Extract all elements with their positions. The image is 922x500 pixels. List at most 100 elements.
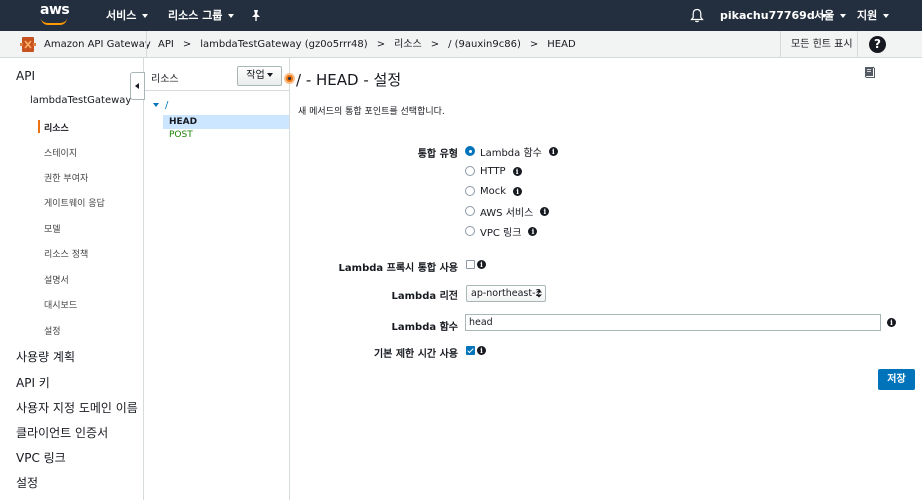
chevron-down-icon (883, 14, 890, 18)
breadcrumb-root[interactable]: / (9auxin9c86) (448, 39, 521, 50)
sidebar-item-api[interactable]: API (16, 69, 35, 83)
region-menu[interactable]: 서울 (814, 0, 847, 31)
breadcrumb-separator: > (529, 39, 539, 50)
sidebar-item-api-settings[interactable]: 설정 (44, 324, 61, 337)
info-icon[interactable]: i (548, 146, 558, 156)
radio-button[interactable] (465, 166, 475, 176)
account-name: pikachu77769d (720, 9, 815, 22)
support-menu[interactable]: 지원 (857, 0, 890, 31)
resource-groups-label: 리소스 그룹 (168, 9, 223, 22)
lambda-function-input[interactable]: head (465, 314, 881, 331)
method-head-item[interactable]: HEAD (163, 115, 289, 129)
sidebar-item-gateway-responses[interactable]: 게이트웨이 응답 (44, 196, 105, 209)
divider (857, 31, 858, 58)
pin-icon[interactable] (250, 9, 262, 22)
info-icon[interactable]: i (528, 226, 538, 236)
breadcrumb-separator: > (182, 39, 192, 50)
radio-http[interactable]: HTTP i (465, 164, 522, 178)
info-icon[interactable]: i (540, 206, 550, 216)
radio-label: Lambda 함수 (480, 147, 542, 159)
sidebar-item-documentation[interactable]: 설명서 (44, 273, 69, 286)
sidebar-item-resource-policy[interactable]: 리소스 정책 (44, 247, 88, 260)
aws-logo[interactable]: aws (40, 3, 70, 27)
sidebar-item-resources[interactable]: 리소스 (44, 121, 69, 134)
sidebar-item-vpc-links[interactable]: VPC 링크 (16, 449, 66, 466)
sidebar-item-custom-domains[interactable]: 사용자 지정 도메인 이름 (16, 399, 138, 416)
lambda-proxy-checkbox[interactable] (466, 260, 475, 269)
resource-tree-panel: 리소스 작업 / HEAD POST (145, 58, 290, 500)
resource-groups-menu[interactable]: 리소스 그룹 (168, 0, 235, 31)
integration-type-label: 통합 유형 (417, 149, 458, 160)
breadcrumb-gateway[interactable]: lambdaTestGateway (gz0o5rrr48) (200, 39, 367, 50)
breadcrumb-separator: > (376, 39, 386, 50)
resource-root-node[interactable]: / (153, 100, 168, 111)
breadcrumb-api[interactable]: API (158, 39, 174, 50)
region-name: 서울 (814, 9, 835, 22)
radio-button[interactable] (465, 226, 475, 236)
method-post-item[interactable]: POST (169, 130, 193, 140)
book-icon[interactable] (863, 66, 876, 78)
lambda-region-select[interactable]: ap-northeast-2 (466, 285, 546, 302)
info-icon[interactable]: i (887, 318, 896, 327)
radio-mock[interactable]: Mock i (465, 184, 523, 198)
account-menu[interactable]: pikachu77769d (720, 0, 827, 31)
radio-button[interactable] (465, 186, 475, 196)
left-sidebar: API lambdaTestGateway 리소스 스테이지 권한 부여자 게이… (0, 58, 144, 500)
api-gateway-icon (20, 37, 36, 52)
radio-label: HTTP (480, 165, 506, 177)
radio-label: Mock (480, 185, 507, 197)
service-bar: Amazon API Gateway API > lambdaTestGateway… (0, 31, 922, 58)
actions-label: 작업 (246, 70, 265, 81)
breadcrumb-separator: > (430, 39, 440, 50)
lambda-region-value: ap-northeast-2 (471, 288, 542, 299)
support-label: 지원 (857, 9, 878, 22)
chevron-left-icon (135, 83, 139, 89)
chevron-down-icon (266, 73, 273, 77)
collapse-sidebar-button[interactable] (130, 72, 145, 100)
info-icon[interactable]: i (512, 166, 522, 176)
lambda-region-label: Lambda 리전 (391, 291, 459, 302)
sidebar-item-api-name[interactable]: lambdaTestGateway (30, 95, 131, 106)
divider (145, 90, 289, 91)
bell-icon[interactable] (690, 8, 704, 23)
actions-button[interactable]: 작업 (237, 66, 282, 86)
sidebar-item-dashboard[interactable]: 대시보드 (44, 298, 77, 311)
info-icon[interactable]: i (477, 260, 486, 269)
chevron-down-icon (840, 14, 847, 18)
radio-button-selected[interactable] (465, 146, 475, 156)
radio-button[interactable] (465, 206, 475, 216)
default-timeout-checkbox[interactable] (466, 346, 475, 355)
radio-aws-service[interactable]: AWS 서비스 i (465, 204, 550, 219)
sidebar-item-client-certificates[interactable]: 클라이언트 인증서 (16, 424, 108, 441)
sidebar-item-usage-plans[interactable]: 사용량 계획 (16, 348, 75, 365)
resource-tree-title: 리소스 (151, 74, 179, 85)
sidebar-item-api-keys[interactable]: API 키 (16, 374, 50, 391)
lambda-proxy-label: Lambda 프록시 통합 사용 (338, 263, 458, 274)
page-description: 새 메서드의 통합 포인트를 선택합니다. (298, 107, 445, 117)
services-menu[interactable]: 서비스 (106, 0, 149, 31)
divider (146, 31, 147, 58)
breadcrumb-resources[interactable]: 리소스 (394, 39, 422, 50)
chevron-down-icon (228, 14, 235, 18)
sidebar-item-settings[interactable]: 설정 (16, 474, 38, 491)
sidebar-item-authorizers[interactable]: 권한 부여자 (44, 171, 88, 184)
radio-label: AWS 서비스 (480, 207, 534, 219)
sidebar-item-models[interactable]: 모델 (44, 222, 61, 235)
active-indicator (38, 120, 40, 133)
expand-arrow-icon[interactable] (153, 103, 159, 107)
top-navigation-bar: aws 서비스 리소스 그룹 pikachu77769d 서울 지원 (0, 0, 922, 31)
chevron-down-icon (142, 14, 149, 18)
radio-vpc-link[interactable]: VPC 링크 i (465, 224, 538, 239)
help-icon[interactable]: ? (869, 36, 886, 53)
info-icon[interactable]: i (477, 346, 486, 355)
aws-smile-icon (41, 18, 67, 25)
services-label: 서비스 (106, 9, 137, 22)
radio-lambda-function[interactable]: Lambda 함수 i (465, 144, 558, 159)
save-button[interactable]: 저장 (878, 369, 915, 390)
service-name-link[interactable]: Amazon API Gateway (44, 31, 151, 58)
sidebar-item-stages[interactable]: 스테이지 (44, 146, 77, 159)
resize-handle-icon[interactable] (284, 73, 295, 84)
default-timeout-label: 기본 제한 시간 사용 (373, 349, 458, 360)
info-icon[interactable]: i (513, 186, 523, 196)
show-all-hints-link[interactable]: 모든 힌트 표시 (791, 31, 853, 58)
